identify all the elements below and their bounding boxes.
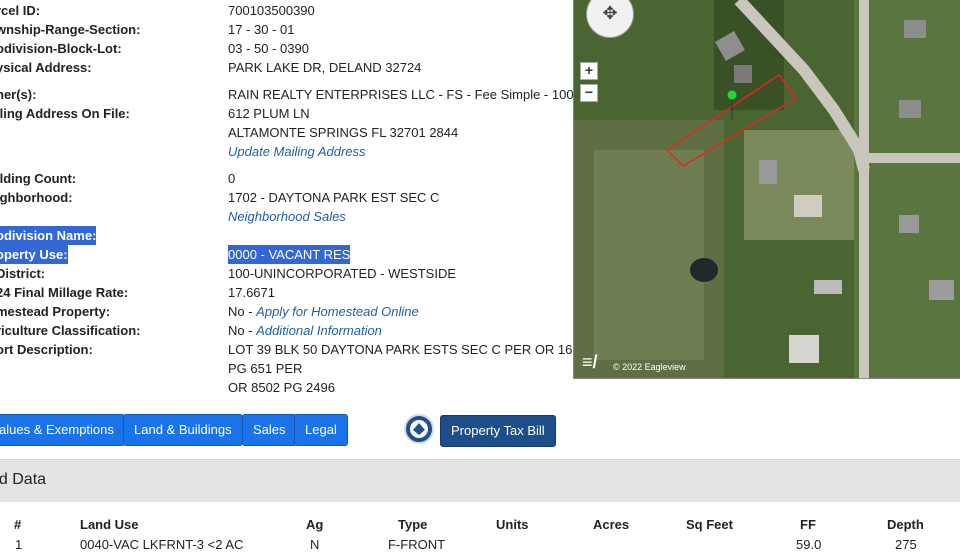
- aerial-imagery: [574, 0, 960, 378]
- building-count-label: ilding Count:: [0, 171, 77, 186]
- col-acres: Acres: [593, 517, 630, 532]
- township-value: 17 - 30 - 01: [228, 22, 295, 37]
- township-label: wnship-Range-Section:: [0, 22, 141, 37]
- parcel-id-row: rcel ID: 700103500390: [0, 1, 570, 20]
- row-ag: N: [310, 537, 320, 552]
- land-buildings-button[interactable]: Land & Buildings: [123, 414, 243, 446]
- millage-rate-label: 24 Final Millage Rate:: [0, 285, 129, 300]
- col-land-use: Land Use: [80, 517, 139, 532]
- land-data-header: nd Data: [0, 459, 960, 502]
- tax-district-value: 100-UNINCORPORATED - WESTSIDE: [228, 266, 457, 281]
- parcel-id-value: 700103500390: [228, 3, 315, 18]
- subdivision-block-lot-value: 03 - 50 - 0390: [228, 41, 309, 56]
- tax-district-label: District:: [0, 266, 46, 281]
- millage-rate-value: 17.6671: [228, 285, 275, 300]
- tax-district-row: District: 100-UNINCORPORATED - WESTSIDE: [0, 264, 570, 283]
- owner-row: ner(s): RAIN REALTY ENTERPRISES LLC - FS…: [0, 85, 585, 104]
- additional-information-link[interactable]: Additional Information: [256, 323, 382, 338]
- mailing-address-label: iling Address On File:: [0, 106, 130, 121]
- col-number: #: [14, 517, 22, 532]
- building-count-row: ilding Count: 0: [0, 169, 570, 188]
- homestead-value-group: No - Apply for Homestead Online: [228, 302, 419, 321]
- physical-address-row: ysical Address: PARK LAKE DR, DELAND 327…: [0, 58, 570, 77]
- property-tax-bill-button[interactable]: Property Tax Bill: [440, 415, 556, 447]
- col-type: Type: [398, 517, 428, 532]
- homestead-label: mestead Property:: [0, 304, 111, 319]
- zoom-in-button[interactable]: +: [580, 62, 598, 80]
- property-use-row: operty Use: 0000 - VACANT RES: [0, 245, 570, 264]
- agriculture-label: riculture Classification:: [0, 323, 141, 338]
- subdivision-block-lot-row: odivision-Block-Lot: 03 - 50 - 0390: [0, 39, 570, 58]
- neighborhood-row: ighborhood: 1702 - DAYTONA PARK EST SEC …: [0, 188, 570, 207]
- compass-icon: ✥: [602, 3, 618, 23]
- row-number: 1: [15, 537, 23, 552]
- sales-button[interactable]: Sales: [242, 414, 297, 446]
- land-data-title: nd Data: [0, 471, 47, 488]
- mailing-address-row: iling Address On File: 612 PLUM LN: [0, 104, 570, 123]
- agriculture-value: No -: [228, 323, 257, 338]
- short-description-line3: OR 8502 PG 2496: [228, 380, 335, 395]
- seal-graphic: [410, 420, 428, 438]
- mailing-address-line2: ALTAMONTE SPRINGS FL 32701 2844: [228, 125, 459, 140]
- subdivision-name-row: odivision Name:: [0, 226, 570, 245]
- col-depth: Depth: [887, 517, 924, 532]
- millage-rate-row: 24 Final Millage Rate: 17.6671: [0, 283, 570, 302]
- short-description-line2: PG 651 PER: [228, 361, 303, 376]
- property-use-label: operty Use:: [0, 245, 68, 264]
- col-ag: Ag: [306, 517, 324, 532]
- short-description-line1: LOT 39 BLK 50 DAYTONA PARK ESTS SEC C PE…: [228, 342, 587, 357]
- subdivision-name-label: odivision Name:: [0, 226, 97, 245]
- agriculture-value-group: No - Additional Information: [228, 321, 382, 340]
- zoom-out-button[interactable]: −: [580, 84, 598, 102]
- apply-homestead-link[interactable]: Apply for Homestead Online: [256, 304, 419, 319]
- building-count-value: 0: [228, 171, 236, 186]
- subdivision-block-lot-label: odivision-Block-Lot:: [0, 41, 122, 56]
- county-seal-icon: [404, 414, 434, 444]
- homestead-value: No -: [228, 304, 257, 319]
- map-credit: © 2022 Eagleview: [613, 362, 686, 372]
- physical-address-label: ysical Address:: [0, 60, 92, 75]
- values-exemptions-button[interactable]: alues & Exemptions: [0, 414, 125, 446]
- neighborhood-sales-link[interactable]: Neighborhood Sales: [228, 207, 346, 226]
- legal-button[interactable]: Legal: [294, 414, 348, 446]
- physical-address-value: PARK LAKE DR, DELAND 32724: [228, 60, 422, 75]
- eagleview-logo: ≡/: [582, 352, 598, 372]
- short-description-label: ort Description:: [0, 342, 93, 357]
- update-mailing-address-link[interactable]: Update Mailing Address: [228, 142, 366, 161]
- neighborhood-value: 1702 - DAYTONA PARK EST SEC C: [228, 190, 440, 205]
- col-units: Units: [496, 517, 529, 532]
- row-type: F-FRONT: [388, 537, 446, 552]
- homestead-row: mestead Property: No - Apply for Homeste…: [0, 302, 570, 321]
- parcel-id-label: rcel ID:: [0, 3, 41, 18]
- row-ff: 59.0: [796, 537, 822, 552]
- property-use-value: 0000 - VACANT RES: [228, 245, 351, 264]
- agriculture-row: riculture Classification: No - Additiona…: [0, 321, 570, 340]
- aerial-map[interactable]: ✥: [573, 0, 960, 379]
- col-ff: FF: [800, 517, 816, 532]
- mailing-address-line1: 612 PLUM LN: [228, 106, 310, 121]
- owner-value: RAIN REALTY ENTERPRISES LLC - FS - Fee S…: [228, 87, 586, 102]
- col-sq-feet: Sq Feet: [686, 517, 733, 532]
- row-depth: 275: [895, 537, 917, 552]
- short-description-row: ort Description: LOT 39 BLK 50 DAYTONA P…: [0, 340, 587, 359]
- row-land-use: 0040-VAC LKFRNT-3 <2 AC: [80, 537, 244, 552]
- township-row: wnship-Range-Section: 17 - 30 - 01: [0, 20, 570, 39]
- neighborhood-label: ighborhood:: [0, 190, 73, 205]
- owner-label: ner(s):: [0, 87, 37, 102]
- compass-control[interactable]: ✥: [586, 0, 634, 38]
